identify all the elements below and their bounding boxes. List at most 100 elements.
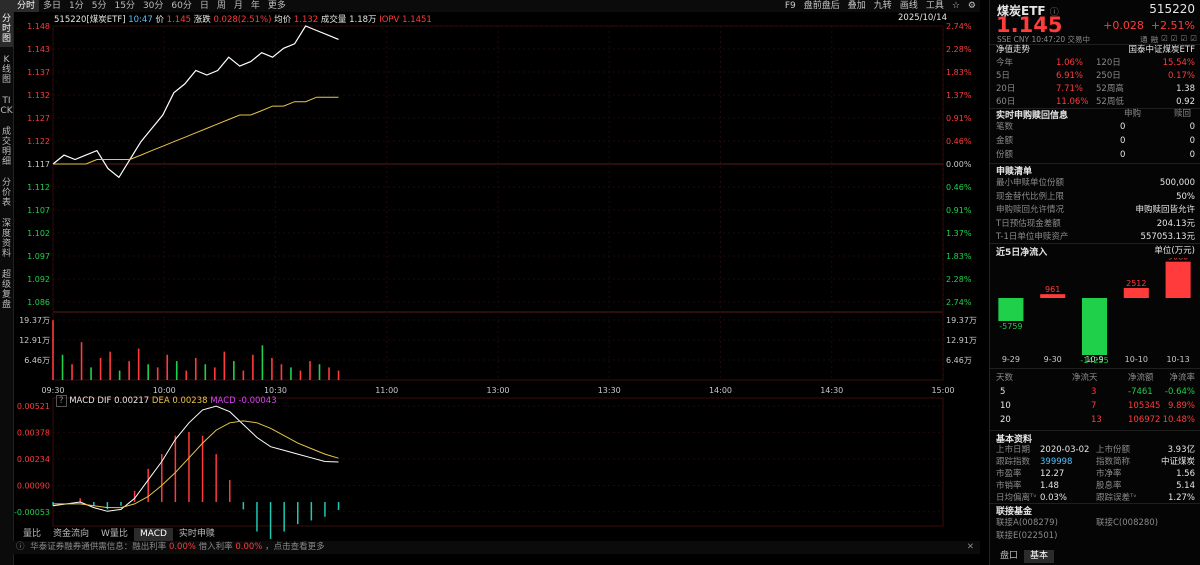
volume-bar: [204, 364, 207, 380]
macd-tick: -0.00053: [14, 508, 50, 517]
stat-net-days: 13: [1091, 415, 1102, 425]
period-tab[interactable]: 日: [196, 0, 213, 12]
stat-days: 10: [1000, 401, 1011, 411]
vol-tick: 12.91万: [946, 336, 977, 345]
pct-tick: 0.00%: [946, 160, 972, 169]
basic-row: 上市日期 2020-03-02 上市份额 3.93亿: [996, 444, 1195, 456]
stat-row: 20 13 106972 10.48%: [996, 414, 1195, 426]
period-tab[interactable]: 60分: [167, 0, 195, 12]
indicator-tab[interactable]: W量比: [95, 528, 134, 541]
pct-tick: 0.46%: [946, 137, 972, 146]
list-value: 204.13元: [1156, 218, 1195, 229]
iopv-label: IOPV: [379, 15, 400, 25]
nav-value: 11.06%: [1056, 97, 1089, 107]
pct-tick: 0.91%: [946, 114, 972, 123]
price-tick: 1.107: [27, 206, 50, 215]
nav-value: 6.91%: [1056, 71, 1084, 81]
sidebar-item[interactable]: 分价表: [0, 170, 13, 211]
price-tick: 1.092: [27, 275, 50, 284]
period-tab[interactable]: 5分: [88, 0, 111, 12]
rt-head: 赎回: [1173, 109, 1191, 119]
sidebar-item[interactable]: 深度资料: [0, 211, 13, 262]
panel-tab[interactable]: 基本: [1024, 550, 1055, 563]
rt-label: 份额: [996, 150, 1014, 160]
news-bar[interactable]: ⓘ 华泰证券融券通供需信息：融出利率 0.00% 借入利率 0.00% ，点击查…: [13, 541, 980, 554]
sidebar-item[interactable]: 分时图: [0, 0, 13, 47]
gear-icon[interactable]: ⚙: [964, 0, 980, 12]
flow-chart: -57599-299619-30-1425510-9251210-1090801…: [998, 258, 1191, 365]
basic-label: 指数简称: [1096, 457, 1131, 467]
volume-bar: [52, 320, 54, 380]
stat-head: 天数: [996, 373, 1014, 383]
period-tab[interactable]: 年: [247, 0, 264, 12]
chart-area[interactable]: 1.148 2.74% 1.143 2.28% 1.137 1.83% 1.132 1.37%…: [13, 12, 980, 540]
link-row: 联接E(022501): [996, 530, 1195, 542]
toolbar-tool[interactable]: 画线: [896, 0, 922, 12]
toolbar-tool[interactable]: F9: [781, 0, 800, 12]
flow-bar: [998, 298, 1024, 322]
news-rate-2: 0.00%: [235, 542, 263, 552]
star-icon[interactable]: ☆: [948, 0, 964, 12]
intraday-chart[interactable]: 1.148 2.74% 1.143 2.28% 1.137 1.83% 1.132 1.37%…: [13, 12, 980, 540]
sidebar-item[interactable]: 成交明细: [0, 119, 13, 170]
list-row: 最小申赎单位份额 500,000: [996, 177, 1195, 189]
dif-value: 0.00217: [114, 396, 150, 406]
time-tick: 15:00: [931, 386, 954, 395]
period-tab[interactable]: 多日: [39, 0, 65, 12]
nav-label: 60日: [996, 97, 1016, 107]
pct-tick: 0.91%: [946, 206, 972, 215]
indicator-tab[interactable]: MACD: [133, 528, 173, 541]
panel-tab[interactable]: 盘口: [994, 550, 1024, 563]
pct-tick: 2.28%: [946, 275, 972, 284]
vol-tick: 19.37万: [946, 316, 977, 325]
news-info-icon: ⓘ: [16, 542, 25, 552]
macd-help-icon[interactable]: ?: [56, 395, 67, 407]
basic-value: 12.27: [1040, 469, 1065, 479]
period-tab[interactable]: 30分: [139, 0, 167, 12]
toolbar-tool[interactable]: 工具: [922, 0, 948, 12]
nav-label: 今年: [996, 58, 1014, 68]
toolbar-tool[interactable]: 叠加: [844, 0, 870, 12]
flow-date: 9-30: [1044, 355, 1062, 364]
sidebar-item[interactable]: K线图: [0, 47, 13, 88]
period-tab[interactable]: 1分: [65, 0, 88, 12]
nav-value: 0.17%: [1167, 71, 1195, 81]
basic-value: 3.93亿: [1167, 445, 1195, 455]
toolbar-tool[interactable]: 盘前盘后: [800, 0, 844, 12]
period-tab[interactable]: 更多: [264, 0, 290, 12]
period-tab[interactable]: 分时: [13, 0, 40, 12]
flow-bar: [1123, 287, 1149, 298]
period-toolbar: 分时 多日 1分 5分 15分 30分 60分日周月年更多 F9 盘前盘后 叠加 九转 画线 工具 ☆ ⚙: [13, 0, 980, 12]
time-tick: 13:00: [486, 386, 509, 395]
dea-label: DEA: [151, 396, 170, 406]
nav-value: 7.71%: [1056, 84, 1084, 94]
news-text: 华泰证券融券通供需信息：融出利率: [30, 542, 167, 552]
indicator-tab[interactable]: 实时申赎: [173, 528, 221, 541]
vol-label: 成交量: [320, 15, 347, 25]
nav-label: 52周高: [1096, 84, 1124, 94]
sidebar-item[interactable]: TICK: [0, 88, 13, 119]
rt-value: 0: [1120, 150, 1126, 160]
stat-amount: -7461: [1128, 387, 1153, 397]
link-fund: 联接E(022501): [996, 531, 1058, 541]
nav-row: 20日 7.71% 52周高 1.38: [996, 83, 1195, 95]
period-tab[interactable]: 周: [213, 0, 230, 12]
indicator-tab[interactable]: 资金流向: [47, 528, 95, 541]
macd-label: MACD: [210, 396, 236, 406]
period-tab[interactable]: 月: [230, 0, 247, 12]
stat-row: 10 7 105345 9.89%: [996, 400, 1195, 412]
stat-net-days: 3: [1091, 387, 1097, 397]
time-tick: 11:00: [375, 386, 398, 395]
volume-bar: [99, 357, 102, 380]
price-tick: 1.132: [27, 91, 50, 100]
vol-tick: 6.46万: [946, 356, 972, 365]
toolbar-tool[interactable]: 九转: [870, 0, 896, 12]
dea-value: 0.00238: [172, 396, 208, 406]
time-tick: 13:30: [598, 386, 621, 395]
news-close-icon[interactable]: ✕: [967, 541, 974, 554]
period-tab[interactable]: 15分: [111, 0, 139, 12]
pct-tick: 1.83%: [946, 252, 972, 261]
indicator-tab[interactable]: 量比: [17, 528, 47, 541]
sidebar-item[interactable]: 超级复盘: [0, 262, 13, 313]
rt-value: 0: [1189, 136, 1195, 146]
